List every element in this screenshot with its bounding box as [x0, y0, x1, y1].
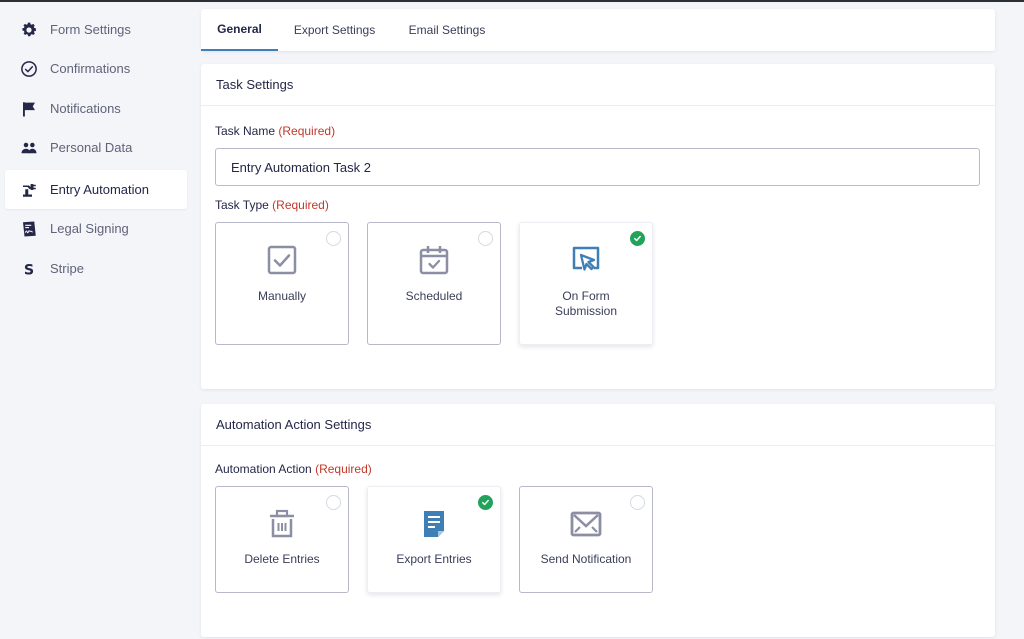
choice-label: Export Entries — [396, 552, 472, 566]
card-title: Task Settings — [201, 64, 995, 106]
gear-icon — [20, 21, 38, 39]
trash-icon — [265, 507, 299, 541]
sidebar-item-stripe[interactable]: S Stripe — [5, 249, 187, 288]
sidebar-item-form-settings[interactable]: Form Settings — [5, 10, 187, 49]
selected-check-icon — [478, 495, 493, 510]
check-circle-icon — [20, 60, 38, 78]
choice-label: On Form Submission — [554, 289, 618, 318]
checkbox-icon — [265, 243, 299, 277]
calendar-check-icon — [417, 243, 451, 277]
signature-icon — [20, 220, 38, 238]
radio-indicator — [326, 231, 341, 246]
task-type-scheduled[interactable]: Scheduled — [367, 222, 501, 345]
robot-arm-icon — [20, 181, 38, 199]
label-text: Task Name — [215, 124, 276, 138]
flag-icon — [20, 100, 38, 118]
choice-label: Manually — [257, 289, 307, 303]
tab-email-settings[interactable]: Email Settings — [391, 9, 503, 51]
sidebar-item-label: Form Settings — [50, 22, 131, 37]
cursor-click-icon — [569, 243, 603, 277]
sidebar-item-legal-signing[interactable]: Legal Signing — [5, 209, 187, 248]
sidebar-item-label: Personal Data — [50, 140, 133, 155]
selected-check-icon — [630, 231, 645, 246]
task-name-label: Task Name (Required) — [215, 124, 335, 138]
action-delete-entries[interactable]: Delete Entries — [215, 486, 349, 593]
tab-export-settings[interactable]: Export Settings — [278, 9, 391, 51]
tabs-bar: General Export Settings Email Settings — [201, 9, 995, 51]
sidebar-item-personal-data[interactable]: Personal Data — [5, 128, 187, 167]
label-text: Task Type — [215, 198, 269, 212]
required-marker: (Required) — [315, 462, 372, 476]
sidebar-item-notifications[interactable]: Notifications — [5, 89, 187, 128]
sidebar-item-confirmations[interactable]: Confirmations — [5, 49, 187, 88]
sidebar-item-label: Notifications — [50, 101, 121, 116]
task-name-input[interactable] — [215, 148, 980, 186]
task-type-manually[interactable]: Manually — [215, 222, 349, 345]
choice-label: Delete Entries — [244, 552, 320, 566]
action-export-entries[interactable]: Export Entries — [367, 486, 501, 593]
users-icon — [20, 139, 38, 157]
sidebar-item-label: Stripe — [50, 261, 84, 276]
tab-general[interactable]: General — [201, 9, 278, 51]
choice-label: Send Notification — [540, 552, 632, 566]
task-settings-card: Task Settings Task Name (Required) Task … — [201, 64, 995, 389]
sidebar-item-label: Confirmations — [50, 61, 131, 76]
svg-text:S: S — [24, 262, 34, 278]
document-icon — [417, 507, 451, 541]
action-send-notification[interactable]: Send Notification — [519, 486, 653, 593]
required-marker: (Required) — [278, 124, 336, 138]
stripe-icon: S — [20, 260, 38, 278]
task-type-label: Task Type (Required) — [215, 198, 329, 212]
automation-action-settings-card: Automation Action Settings Automation Ac… — [201, 404, 995, 637]
sidebar-item-entry-automation[interactable]: Entry Automation — [5, 170, 187, 209]
radio-indicator — [478, 231, 493, 246]
automation-action-label: Automation Action (Required) — [215, 462, 372, 476]
task-type-on-form-submission[interactable]: On Form Submission — [519, 222, 653, 345]
radio-indicator — [630, 495, 645, 510]
sidebar-item-label: Entry Automation — [50, 182, 149, 197]
sidebar-item-label: Legal Signing — [50, 221, 129, 236]
label-text: Automation Action — [215, 462, 312, 476]
radio-indicator — [326, 495, 341, 510]
card-title: Automation Action Settings — [201, 404, 995, 446]
envelope-icon — [569, 507, 603, 541]
choice-label: Scheduled — [405, 289, 463, 303]
required-marker: (Required) — [272, 198, 329, 212]
